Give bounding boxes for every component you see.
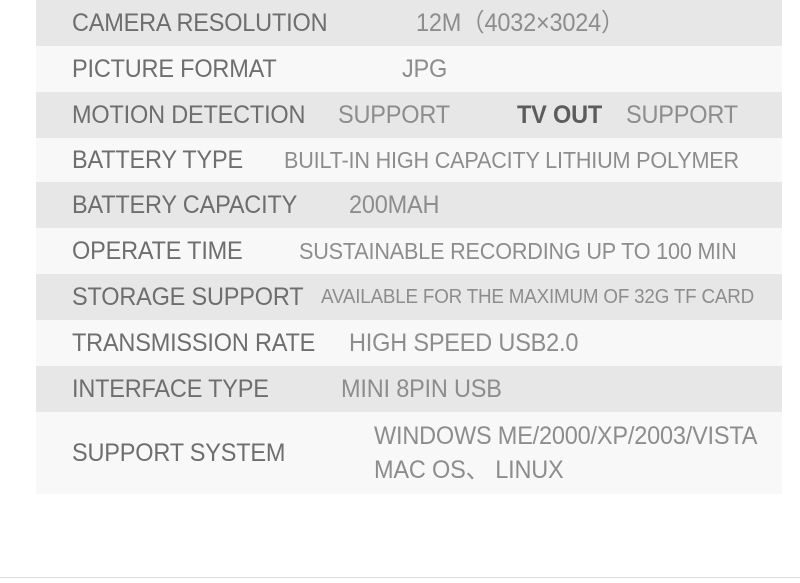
bottom-divider bbox=[0, 577, 800, 578]
spec-label: BATTERY TYPE bbox=[72, 145, 244, 174]
table-row: SUPPORT SYSTEM WINDOWS ME/2000/XP/2003/V… bbox=[36, 412, 782, 494]
spec-value: SUPPORT bbox=[338, 100, 451, 129]
spec-label: SUPPORT SYSTEM bbox=[72, 438, 286, 467]
spec-value: MINI 8PIN USB bbox=[341, 374, 503, 403]
spec-value: 12M（4032×3024） bbox=[415, 8, 625, 37]
spec-value-line-2: MAC OS、 LINUX bbox=[374, 456, 564, 484]
spec-value: BUILT-IN HIGH CAPACITY LITHIUM POLYMER bbox=[283, 146, 739, 173]
spec-value-line-1: WINDOWS ME/2000/XP/2003/VISTA bbox=[374, 421, 758, 450]
spec-value-multiline: WINDOWS ME/2000/XP/2003/VISTA MAC OS、 LI… bbox=[374, 419, 782, 488]
spec-label: INTERFACE TYPE bbox=[72, 374, 269, 403]
table-row: BATTERY CAPACITY 200MAH bbox=[36, 182, 782, 228]
spec-label-secondary: TV OUT bbox=[517, 100, 603, 129]
table-row: INTERFACE TYPE MINI 8PIN USB bbox=[36, 366, 782, 412]
spec-label: MOTION DETECTION bbox=[72, 100, 306, 129]
spec-value: JPG bbox=[401, 54, 447, 83]
spec-label: TRANSMISSION RATE bbox=[72, 328, 316, 357]
table-row: TRANSMISSION RATE HIGH SPEED USB2.0 bbox=[36, 320, 782, 366]
spec-value: AVAILABLE FOR THE MAXIMUM OF 32G TF CARD bbox=[321, 286, 755, 308]
table-row: MOTION DETECTION SUPPORT TV OUT SUPPORT bbox=[36, 92, 782, 138]
table-row: CAMERA RESOLUTION 12M（4032×3024） bbox=[36, 0, 782, 46]
table-row: BATTERY TYPE BUILT-IN HIGH CAPACITY LITH… bbox=[36, 138, 782, 182]
specification-table: CAMERA RESOLUTION 12M（4032×3024） PICTURE… bbox=[36, 0, 782, 494]
spec-value: HIGH SPEED USB2.0 bbox=[348, 328, 578, 357]
spec-label: PICTURE FORMAT bbox=[72, 54, 277, 83]
spec-value: 200MAH bbox=[349, 190, 440, 219]
spec-label: CAMERA RESOLUTION bbox=[72, 8, 328, 37]
spec-value-secondary: SUPPORT bbox=[625, 100, 738, 129]
spec-value: SUSTAINABLE RECORDING UP TO 100 MIN bbox=[299, 237, 737, 264]
spec-label: OPERATE TIME bbox=[72, 236, 243, 265]
table-row: STORAGE SUPPORT AVAILABLE FOR THE MAXIMU… bbox=[36, 274, 782, 320]
table-row: PICTURE FORMAT JPG bbox=[36, 46, 782, 92]
table-row: OPERATE TIME SUSTAINABLE RECORDING UP TO… bbox=[36, 228, 782, 274]
spec-label: BATTERY CAPACITY bbox=[72, 190, 298, 219]
spec-label: STORAGE SUPPORT bbox=[72, 282, 304, 311]
